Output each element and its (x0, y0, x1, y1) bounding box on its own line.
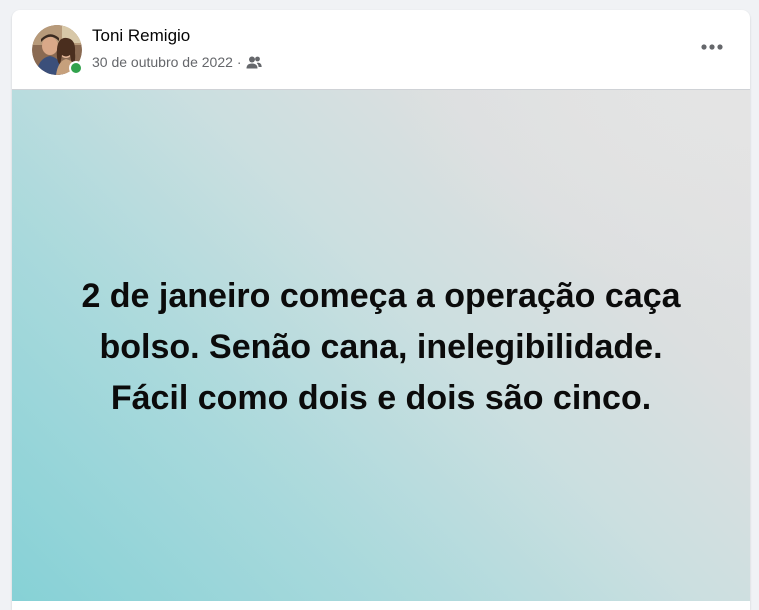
author-avatar[interactable] (32, 25, 83, 75)
post-card: Toni Remigio 30 de outubro de 2022 · 2 d… (12, 10, 750, 610)
post-date[interactable]: 30 de outubro de 2022 (92, 54, 233, 70)
meta-separator: · (236, 54, 242, 70)
author-name[interactable]: Toni Remigio (92, 26, 190, 46)
more-horizontal-icon (701, 44, 723, 50)
post-text: 2 de janeiro começa a operação caça bols… (41, 271, 721, 424)
post-text-line: Fácil como dois e dois são cinco. (110, 379, 652, 417)
post-options-button[interactable] (694, 32, 730, 62)
post-text-line: bolso. Senão cana, inelegibilidade. (99, 328, 663, 366)
post-header: Toni Remigio 30 de outubro de 2022 · (12, 10, 750, 89)
post-text-line: 2 de janeiro começa a operação caça (81, 277, 681, 315)
post-meta: 30 de outubro de 2022 · (92, 53, 262, 71)
online-status-dot (69, 61, 83, 75)
friends-icon[interactable] (246, 56, 262, 69)
post-background-text: 2 de janeiro começa a operação caça bols… (12, 89, 750, 601)
